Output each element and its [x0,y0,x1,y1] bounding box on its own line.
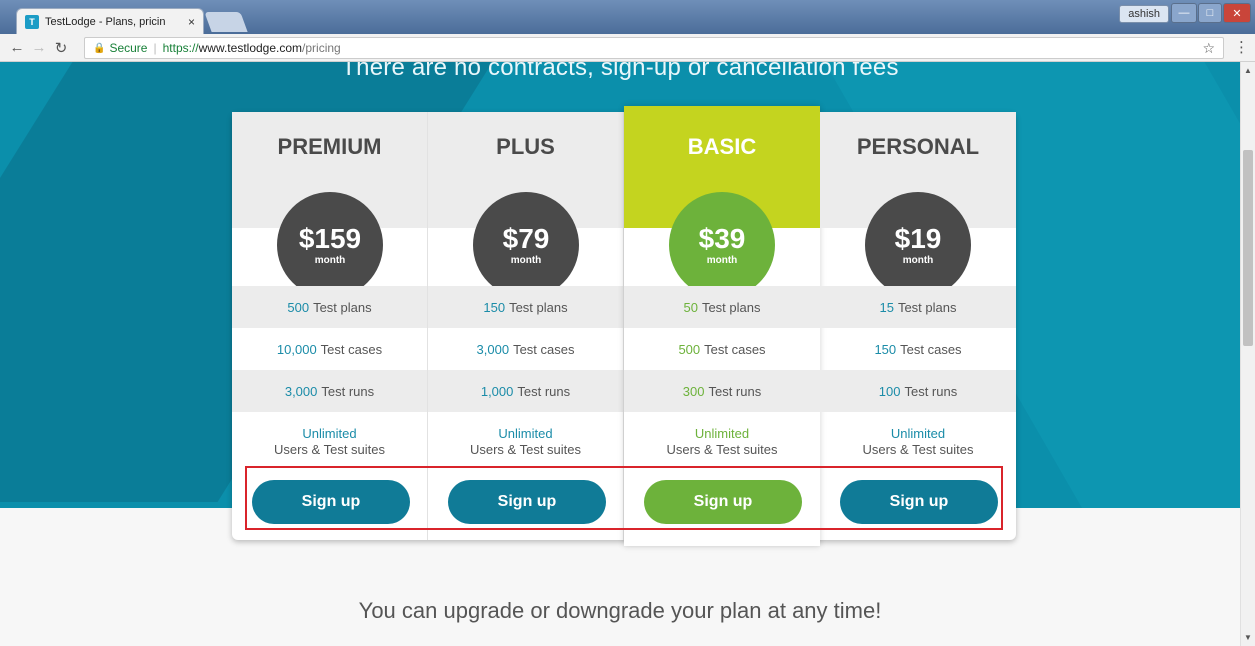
feature-label: Test cases [900,341,962,357]
reload-icon[interactable]: ↻ [50,39,72,57]
plan-period: month [902,254,934,266]
forward-arrow-icon[interactable]: → [28,39,50,56]
address-bar[interactable]: 🔒 Secure | https:// www.testlodge.com /p… [84,37,1224,59]
feature-label: Test runs [708,383,762,399]
annotation-highlight-box [245,466,1003,530]
profile-button[interactable]: ashish [1119,5,1169,23]
unlimited-label: Unlimited [694,426,750,441]
address-separator: | [153,41,157,55]
feature-test-cases: 500 Test cases [624,328,820,370]
feature-test-cases: 150 Test cases [820,328,1016,370]
feature-label: Test plans [313,299,372,315]
feature-value: 150 [483,299,506,315]
price-badge: $79 month [473,192,579,298]
browser-menu-icon[interactable]: ⋮ [1234,38,1249,56]
new-tab-button[interactable] [204,12,248,32]
feature-label: Test plans [701,299,761,315]
feature-test-plans: 500 Test plans [232,286,427,328]
feature-label: Test runs [904,383,958,399]
feature-value: 3,000 [476,341,510,357]
scroll-up-arrow-icon[interactable]: ▲ [1244,66,1252,75]
feature-test-plans: 15 Test plans [820,286,1016,328]
feature-value: 150 [874,341,897,357]
unlimited-label: Unlimited [890,426,946,441]
plan-price: $39 [698,222,746,254]
browser-tab[interactable]: T TestLodge - Plans, pricin × [16,8,204,34]
url-host: www.testlodge.com [198,41,303,55]
plan-name: BASIC [687,134,757,159]
feature-value: 1,000 [480,383,514,399]
testlodge-favicon-icon: T [25,14,39,29]
feature-value: 300 [682,383,705,399]
feature-test-cases: 3,000 Test cases [428,328,623,370]
feature-label: Test runs [321,383,375,399]
feature-test-runs: 300 Test runs [624,370,820,412]
unlimited-desc: Users & Test suites [273,442,386,457]
feature-value: 10,000 [276,341,317,357]
feature-test-cases: 10,000 Test cases [232,328,427,370]
feature-test-runs: 100 Test runs [820,370,1016,412]
feature-unlimited: Unlimited Users & Test suites [624,426,820,458]
feature-value: 100 [878,383,901,399]
feature-label: Test plans [509,299,568,315]
feature-value: 50 [683,299,698,315]
close-window-button[interactable]: ✕ [1223,3,1251,23]
url-scheme: https:// [162,41,199,55]
secure-label: Secure [109,41,148,55]
minimize-window-button[interactable]: — [1171,3,1197,23]
unlimited-desc: Users & Test suites [862,442,974,457]
vertical-scrollbar[interactable]: ▲ ▼ [1240,62,1255,646]
feature-unlimited: Unlimited Users & Test suites [232,426,427,458]
plan-period: month [314,254,346,266]
browser-window: T TestLodge - Plans, pricin × ashish — □… [0,0,1255,646]
price-badge: $159 month [277,192,383,298]
feature-value: 500 [678,341,701,357]
unlimited-desc: Users & Test suites [666,442,778,457]
price-badge: $39 month [669,192,775,298]
back-arrow-icon[interactable]: ← [6,39,28,56]
price-badge: $19 month [865,192,971,298]
feature-value: 15 [879,299,894,315]
feature-label: Test cases [704,341,766,357]
feature-value: 3,000 [284,383,318,399]
plan-name: PERSONAL [856,134,980,159]
upgrade-message: You can upgrade or downgrade your plan a… [358,598,882,623]
plan-price: $19 [894,222,942,254]
plan-period: month [706,254,738,266]
plan-price: $159 [298,222,362,254]
feature-label: Test runs [517,383,571,399]
title-bar: T TestLodge - Plans, pricin × ashish — □… [0,0,1255,34]
feature-label: Test cases [320,341,383,357]
url-path: /pricing [302,41,341,55]
feature-unlimited: Unlimited Users & Test suites [428,426,623,458]
lock-icon: 🔒 [93,42,106,54]
pricing-tagline: There are no contracts, sign-up or cance… [341,62,899,81]
feature-label: Test cases [513,341,575,357]
feature-label: Test plans [897,299,957,315]
plan-price: $79 [502,222,550,254]
plan-name: PREMIUM [277,134,382,159]
maximize-window-button[interactable]: □ [1198,3,1222,23]
feature-test-plans: 150 Test plans [428,286,623,328]
feature-test-plans: 50 Test plans [624,286,820,328]
feature-unlimited: Unlimited Users & Test suites [820,426,1016,458]
bookmark-star-icon[interactable]: ☆ [1202,40,1215,57]
plan-name: PLUS [496,134,555,159]
scroll-down-arrow-icon[interactable]: ▼ [1244,633,1252,642]
plan-period: month [510,254,542,266]
tab-title: TestLodge - Plans, pricin [45,15,166,28]
unlimited-label: Unlimited [498,426,553,441]
feature-value: 500 [287,299,310,315]
unlimited-desc: Users & Test suites [469,442,582,457]
feature-test-runs: 1,000 Test runs [428,370,623,412]
tab-close-icon[interactable]: × [188,15,195,29]
page-viewport: There are no contracts, sign-up or cance… [0,62,1240,646]
scrollbar-thumb[interactable] [1243,150,1253,346]
feature-test-runs: 3,000 Test runs [232,370,427,412]
browser-toolbar: ← → ↻ 🔒 Secure | https:// www.testlodge.… [0,34,1255,62]
unlimited-label: Unlimited [302,426,357,441]
